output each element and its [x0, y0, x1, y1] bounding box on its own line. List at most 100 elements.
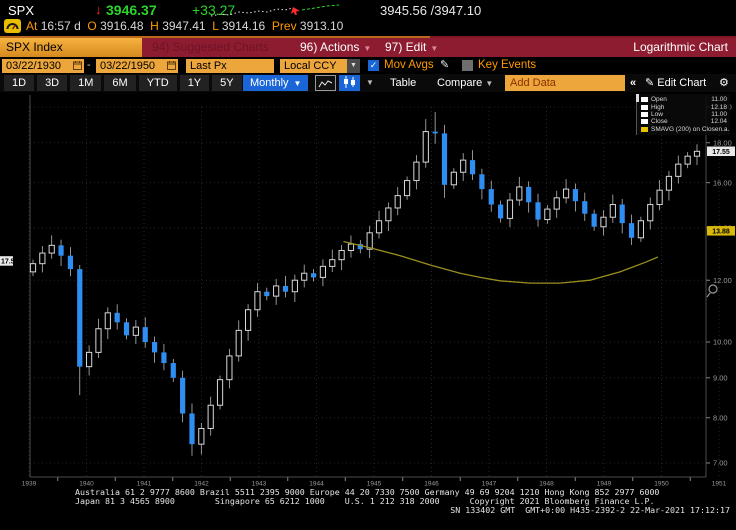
candle-down — [572, 189, 579, 202]
chevron-down-icon: ▼ — [363, 44, 372, 53]
key-events-label[interactable]: Key Events — [478, 59, 536, 71]
open-label: O — [87, 19, 97, 33]
edit-chart-button[interactable]: ✎ Edit Chart — [645, 75, 706, 91]
period-button-1y[interactable]: 1Y — [179, 75, 210, 91]
x-axis-label: 1941 — [137, 481, 152, 487]
candle-chart-style-button[interactable] — [339, 75, 360, 91]
candle-up — [207, 404, 214, 429]
table-button[interactable]: Table — [390, 75, 416, 91]
candle-up — [216, 379, 224, 406]
x-axis-label: 1939 — [22, 481, 37, 487]
y-axis-label: 10.00 — [713, 338, 732, 347]
zoom-magnifier-icon[interactable] — [706, 284, 718, 298]
candle-down — [189, 413, 195, 445]
candle-up — [675, 163, 682, 177]
currency-select[interactable]: Local CCY — [280, 59, 347, 73]
chart-style-dropdown-arrow[interactable]: ▼ — [366, 75, 374, 91]
chart-legend[interactable]: Open 11.00 High 12.18 Low 11.00 Close 12.04 SMAV… — [636, 94, 730, 135]
candle-down — [432, 131, 438, 134]
bid-ask: 3945.56 /3947.10 — [380, 3, 482, 18]
candle-up — [39, 252, 46, 265]
period-button-6m[interactable]: 6M — [104, 75, 136, 91]
candle-up — [48, 244, 55, 254]
x-axis-label: 1946 — [424, 481, 439, 487]
candle-down — [161, 352, 167, 364]
calendar-icon — [73, 61, 82, 70]
period-button-1m[interactable]: 1M — [70, 75, 102, 91]
calendar-icon — [167, 61, 176, 70]
currency-dropdown-arrow[interactable]: ▼ — [347, 59, 360, 73]
candle-down — [591, 213, 597, 227]
candle-down — [170, 363, 176, 378]
candle-up — [132, 326, 139, 336]
candle-up — [562, 188, 570, 199]
security-field[interactable]: SPX Index — [0, 38, 142, 57]
mov-avgs-edit-pencil-icon[interactable]: ✎ — [440, 58, 449, 71]
x-axis-label: 1947 — [482, 481, 497, 487]
legend-drag-handle[interactable] — [636, 94, 639, 102]
candle-up — [226, 355, 233, 381]
x-axis-label: 1949 — [597, 481, 612, 487]
chevron-down-icon: ▼ — [485, 79, 494, 88]
candle-up — [254, 291, 261, 311]
y-axis-label: 12.00 — [713, 276, 732, 285]
compare-button[interactable]: Compare ▼ — [437, 75, 493, 91]
candle-up — [338, 249, 345, 261]
prev-value: 3913.10 — [299, 19, 344, 33]
market-status-gauge-icon — [4, 19, 21, 33]
chart-title: Logarithmic Chart — [633, 40, 728, 54]
candle-down — [180, 377, 186, 414]
x-axis-label: 1940 — [79, 481, 94, 487]
x-axis-label: 1942 — [194, 481, 209, 487]
at-label: At — [26, 19, 38, 33]
footer-session-info: SN 133402 GMT GMT+0:00 H435-2392-2 22-Ma… — [450, 505, 730, 515]
candle-up — [394, 195, 401, 209]
candle-down — [310, 273, 317, 278]
date-to-input[interactable]: 03/22/1950 — [96, 59, 178, 73]
price-field-select[interactable]: Last Px — [186, 59, 274, 73]
candle-down — [123, 322, 130, 336]
suggested-charts-menu[interactable]: 94) Suggested Charts — [152, 38, 269, 57]
date-from-input[interactable]: 03/22/1930 — [2, 59, 84, 73]
chart-settings-gear-icon[interactable]: ⚙ — [719, 75, 729, 91]
legend-label: Open — [651, 96, 667, 104]
line-chart-style-button[interactable] — [315, 75, 336, 91]
legend-swatch — [641, 104, 648, 110]
candle-up — [95, 328, 102, 353]
candle-up — [647, 204, 654, 222]
candle-up — [347, 243, 355, 251]
mov-avgs-checkbox[interactable]: ✓ — [368, 60, 379, 71]
key-events-checkbox[interactable] — [462, 60, 473, 71]
bloomberg-terminal-window: SPX ↓ 3946.37 +33.27 3945.56 /3947.10 At… — [0, 0, 736, 530]
pencil-icon: ✎ — [645, 77, 655, 89]
candle-up — [422, 131, 429, 163]
candle-up — [637, 220, 644, 239]
edit-menu[interactable]: 97) Edit ▼ — [385, 38, 438, 57]
period-button-ytd[interactable]: YTD — [138, 75, 177, 91]
legend-swatch — [641, 119, 648, 125]
ticker-symbol: SPX — [8, 3, 35, 18]
low-label: L — [212, 19, 219, 33]
actions-menu[interactable]: 96) Actions ▼ — [300, 38, 371, 57]
candle-up — [235, 329, 242, 357]
ohlc-line: At 16:57 d O 3916.48 H 3947.41 L 3914.16… — [26, 19, 343, 33]
mov-avgs-label[interactable]: Mov Avgs — [384, 59, 434, 71]
candlestick-plot: 20.0018.0016.0014.0012.0010.009.008.007.… — [0, 95, 735, 488]
candle-up — [273, 285, 280, 297]
candle-up — [600, 216, 607, 228]
period-button-5y[interactable]: 5Y — [212, 75, 242, 91]
chevron-down-icon: ▼ — [293, 79, 302, 88]
chevron-down-icon: ▼ — [430, 44, 439, 53]
function-menu-bar: SPX Index 94) Suggested Charts 96) Actio… — [0, 38, 736, 57]
candle-down — [114, 312, 120, 323]
sma-line — [343, 240, 659, 284]
candle-up — [86, 351, 93, 368]
legend-value: 12.04 — [710, 118, 727, 126]
price-chart-area[interactable]: 20.0018.0016.0014.0012.0010.009.008.007.… — [0, 92, 736, 488]
add-data-input[interactable]: Add Data — [505, 75, 625, 91]
collapse-panel-button[interactable]: « — [630, 75, 636, 91]
period-button-1d[interactable]: 1D — [4, 75, 35, 91]
candle-up — [665, 175, 673, 191]
frequency-select[interactable]: Monthly ▼ — [243, 75, 309, 91]
period-button-3d[interactable]: 3D — [37, 75, 68, 91]
